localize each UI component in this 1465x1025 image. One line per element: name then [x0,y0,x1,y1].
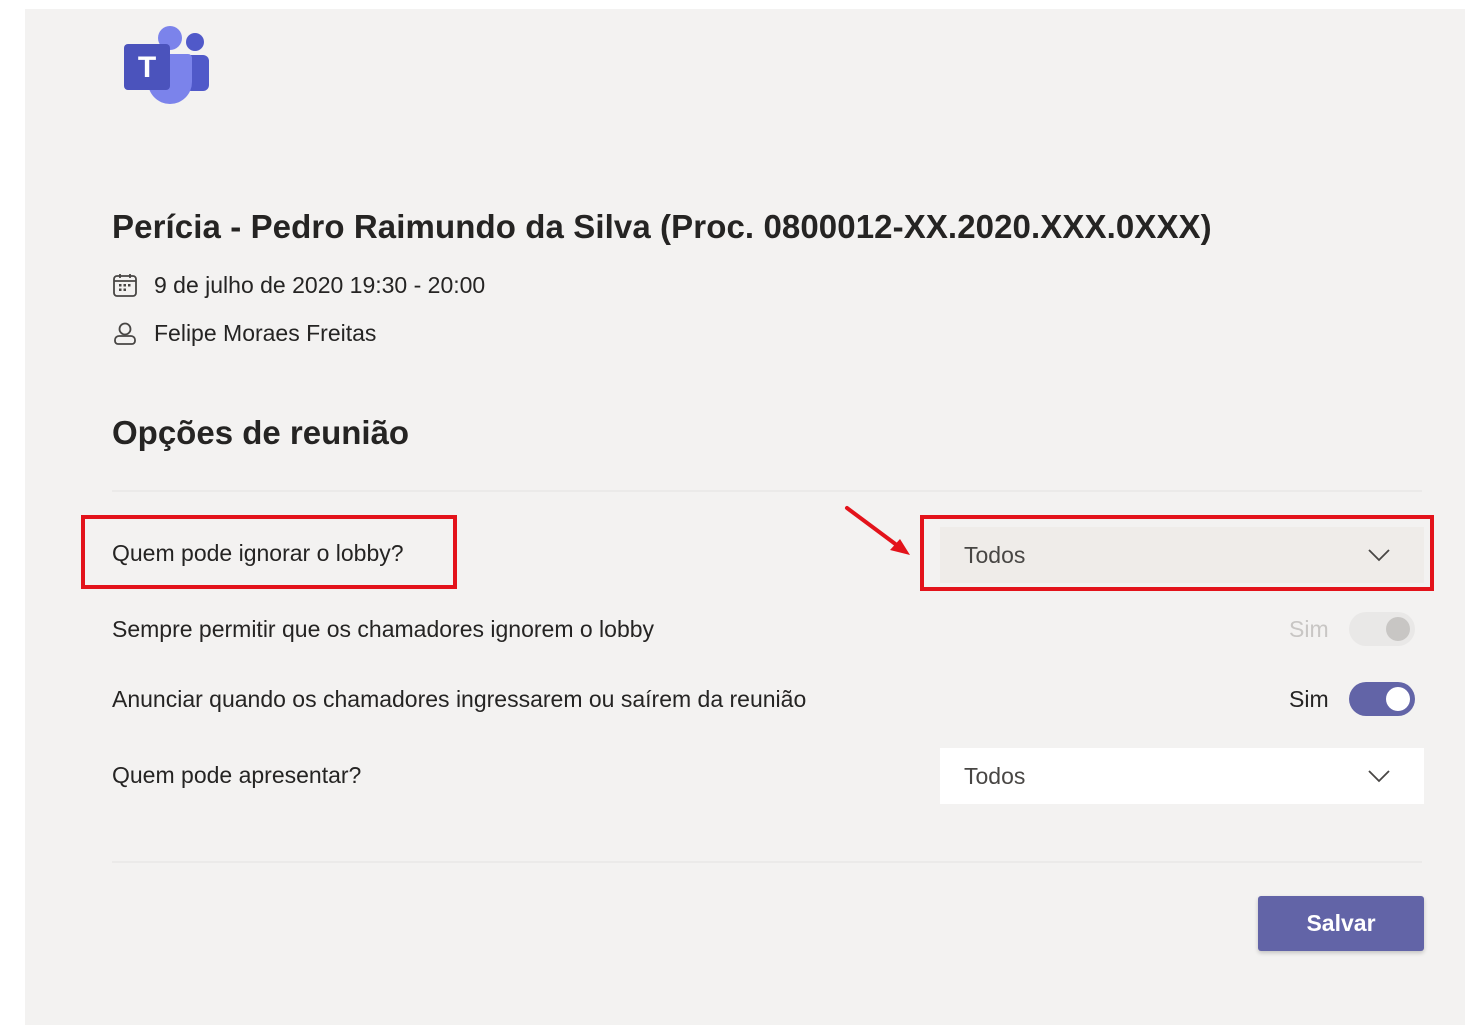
divider [112,490,1422,492]
meeting-organizer: Felipe Moraes Freitas [154,320,377,346]
highlight-box-dropdown [920,515,1434,591]
person-icon [112,321,138,347]
teams-logo-icon: T [124,24,216,106]
presenters-selected: Todos [964,762,1026,789]
toggle-knob [1386,687,1410,711]
calendar-icon [112,273,138,299]
callers-bypass-label: Sempre permitir que os chamadores ignore… [112,616,655,642]
save-button[interactable]: Salvar [1258,896,1424,951]
section-title: Opções de reunião [112,414,410,451]
toggle-knob [1386,617,1410,641]
meeting-datetime: 9 de julho de 2020 19:30 - 20:00 [154,272,486,298]
chevron-down-icon [1368,769,1390,783]
meeting-datetime-row: 9 de julho de 2020 19:30 - 20:00 [112,272,485,299]
announce-callers-toggle[interactable] [1349,682,1415,716]
presenters-dropdown[interactable]: Todos [940,748,1424,804]
highlight-box-label [81,515,457,589]
presenters-label: Quem pode apresentar? [112,762,362,788]
callers-bypass-state: Sim [1289,616,1329,642]
announce-callers-label: Anunciar quando os chamadores ingressare… [112,686,807,712]
svg-text:T: T [138,51,156,84]
meeting-title: Perícia - Pedro Raimundo da Silva (Proc.… [112,208,1212,245]
divider [112,861,1422,863]
red-arrow-icon [842,503,916,561]
meeting-organizer-row: Felipe Moraes Freitas [112,320,376,347]
callers-bypass-toggle[interactable] [1349,612,1415,646]
announce-callers-state: Sim [1289,686,1329,712]
